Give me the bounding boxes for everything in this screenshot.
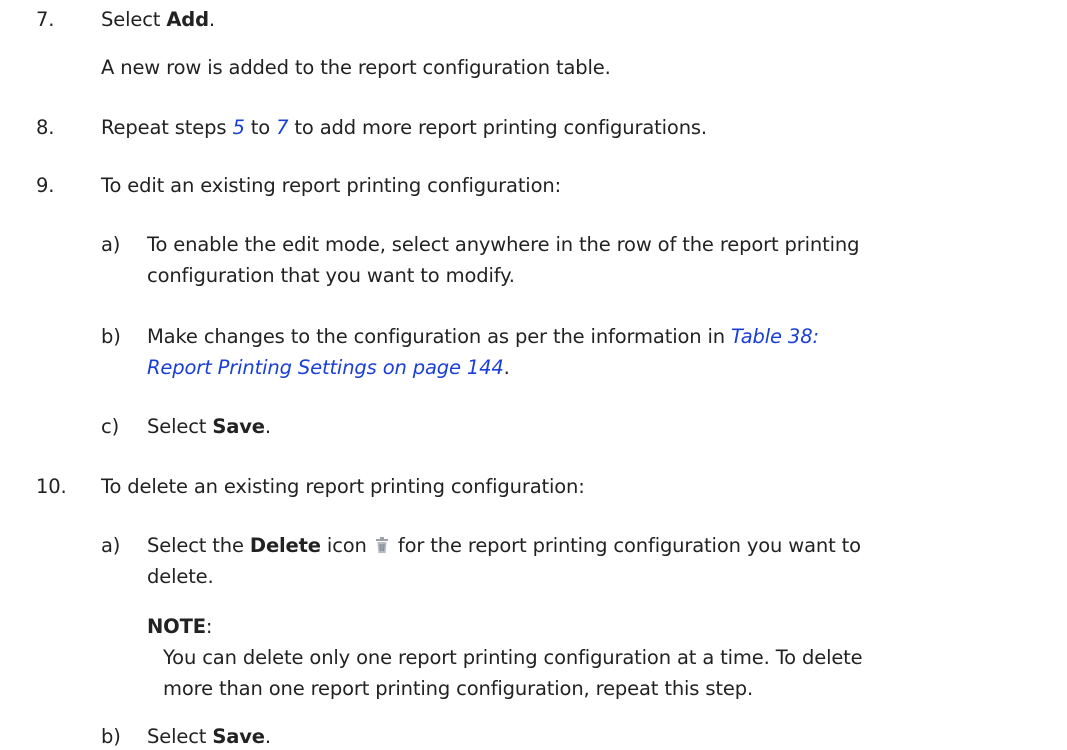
step-10-number: 10. [36,474,67,500]
step-9b-t1: Make changes to the configuration as per… [147,325,731,348]
step-10a-mid: icon [321,534,367,557]
step-10b-letter: b) [101,724,121,750]
step-9c-prefix: Select [147,415,212,438]
step-9b-t2: . [504,356,510,379]
save-label-2: Save [212,725,265,748]
step-10a-letter: a) [101,533,120,559]
step-7-number: 7. [36,7,54,33]
note-colon: : [206,615,212,638]
step-7-suffix: . [209,8,215,31]
step-9-text: To edit an existing report printing conf… [101,173,561,199]
step-7-result: A new row is added to the report configu… [101,55,611,81]
step-9b-line1: Make changes to the configuration as per… [147,324,819,350]
step-9-number: 9. [36,173,54,199]
note-heading: NOTE: [147,614,212,640]
step-10a-rest: for the report printing configuration yo… [392,534,861,557]
step-8-t1: Repeat steps [101,116,232,139]
step-9c-letter: c) [101,414,119,440]
step-9c-suffix: . [265,415,271,438]
note-line1: You can delete only one report printing … [163,645,863,671]
step-7-text: Select Add. [101,7,215,33]
step-9a-line1: To enable the edit mode, select anywhere… [147,232,859,258]
delete-label: Delete [250,534,321,557]
step-9c-text: Select Save. [147,414,271,440]
step-9a-line2: configuration that you want to modify. [147,263,515,289]
step-10-text: To delete an existing report printing co… [101,474,585,500]
step-10b-text: Select Save. [147,724,271,750]
note-line2: more than one report printing configurat… [163,676,753,702]
step-7-prefix: Select [101,8,166,31]
step-10a-prefix: Select the [147,534,250,557]
add-label: Add [166,8,209,31]
step-7-link[interactable]: 7 [276,116,288,139]
step-10a-line2: delete. [147,564,214,590]
step-8-t3: to add more report printing configuratio… [288,116,707,139]
step-9b-line2: Report Printing Settings on page 144. [147,355,510,381]
step-8-text: Repeat steps 5 to 7 to add more report p… [101,115,707,141]
step-9b-letter: b) [101,324,121,350]
save-label: Save [212,415,265,438]
step-9a-letter: a) [101,232,120,258]
table-38-link[interactable]: Table 38: [731,325,819,348]
step-8-t2: to [245,116,276,139]
step-5-link[interactable]: 5 [232,116,244,139]
step-10a-line1: Select the Delete icon for the report pr… [147,533,861,561]
table-38-link-cont[interactable]: Report Printing Settings on page 144 [147,356,504,379]
note-label: NOTE [147,615,206,638]
step-10b-suffix: . [265,725,271,748]
step-10b-prefix: Select [147,725,212,748]
trash-icon [375,535,389,561]
step-8-number: 8. [36,115,54,141]
